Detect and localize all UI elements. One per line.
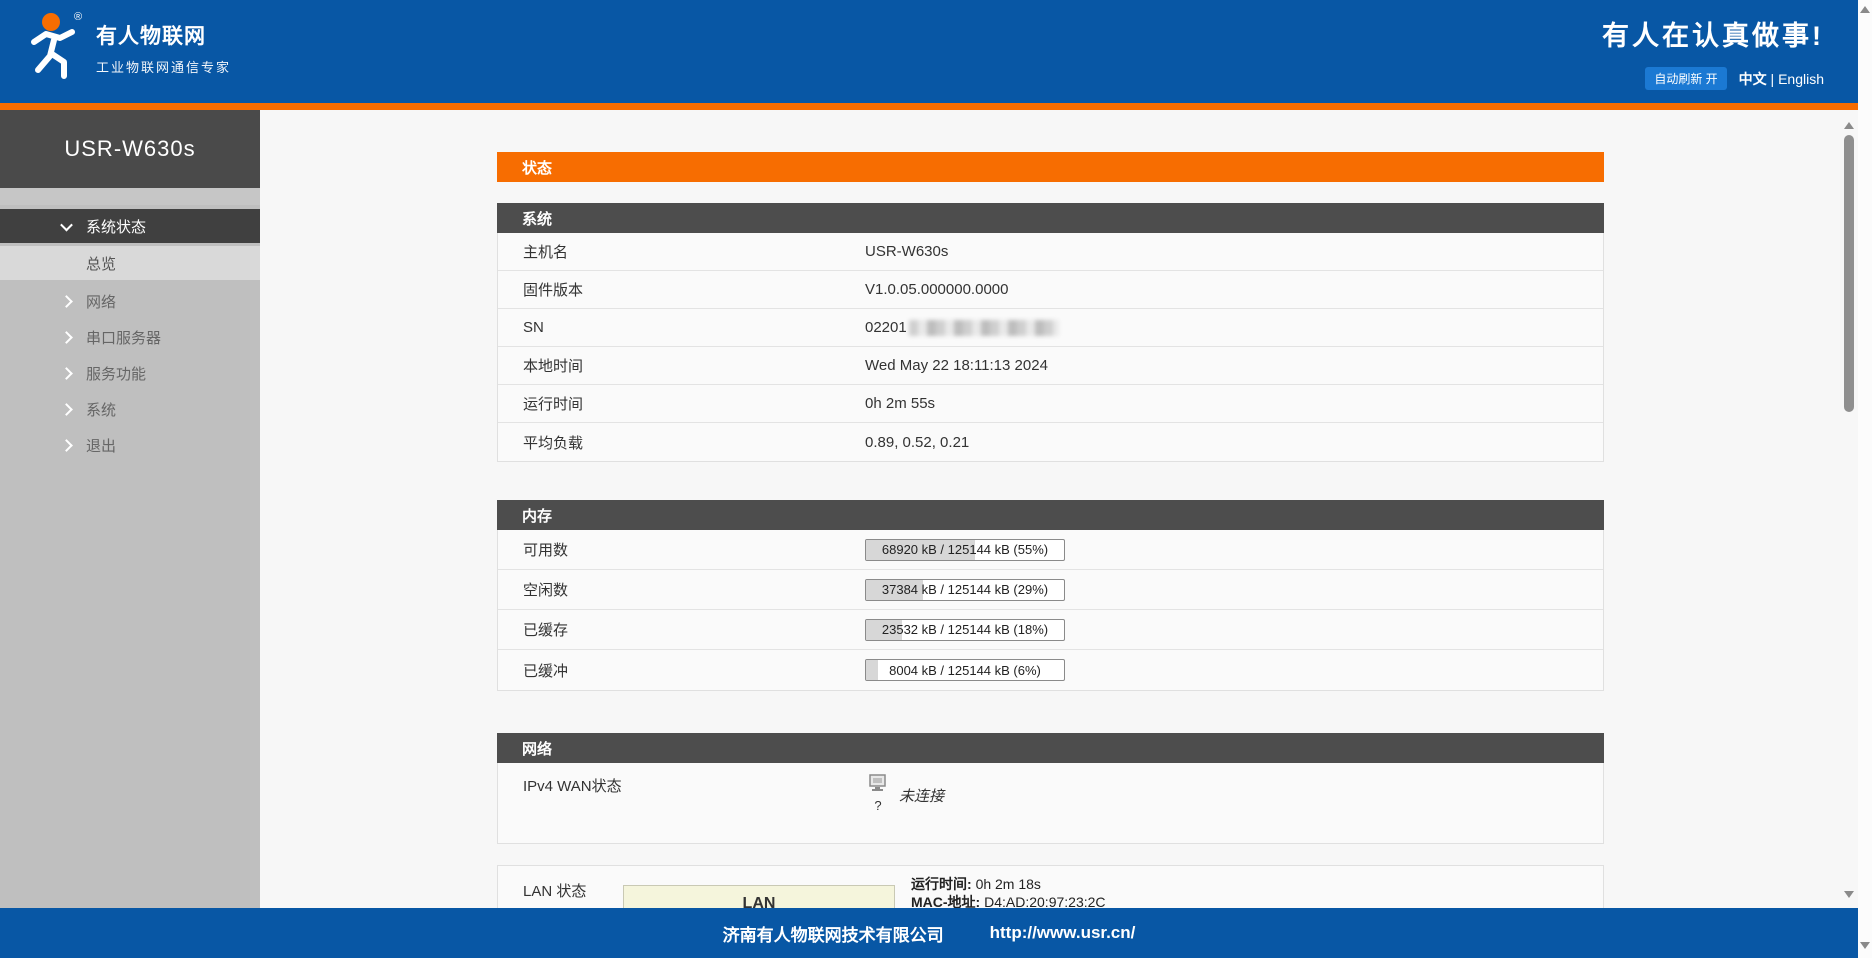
row-label: 空闲数 [523, 582, 569, 599]
device-title: USR-W630s [0, 110, 260, 188]
lan-info: 运行时间: 0h 2m 18s MAC-地址: D4:AD:20:97:23:2… [911, 875, 1106, 911]
sidebar-item-overview[interactable]: 总览 [0, 246, 260, 280]
row-label: IPv4 WAN状态 [523, 778, 622, 795]
sidebar-separator [0, 188, 260, 205]
memory-progressbar: 68920 kB / 125144 kB (55%) [865, 538, 1065, 561]
chevron-down-icon [60, 218, 73, 231]
slogan-text: 有人在认真做事! [1602, 21, 1824, 51]
footer: 济南有人物联网技术有限公司 http://www.usr.cn/ [0, 908, 1858, 958]
table-row-firmware: 固件版本 V1.0.05.000000.0000 [498, 271, 1603, 309]
table-row-local-time: 本地时间 Wed May 22 18:11:13 2024 [498, 347, 1603, 385]
brand-name: 有人物联网 [96, 24, 206, 48]
scrollbar-thumb[interactable] [1844, 135, 1854, 412]
chevron-right-icon [60, 402, 73, 416]
chevron-right-icon [60, 294, 73, 308]
table-row-hostname: 主机名 USR-W630s [498, 233, 1603, 271]
chevron-right-icon [60, 330, 73, 344]
scroll-up-arrow-icon[interactable] [1860, 6, 1870, 13]
scroll-down-arrow-icon[interactable] [1860, 942, 1870, 949]
table-row-load-average: 平均负载 0.89, 0.52, 0.21 [498, 423, 1603, 461]
lang-english-link[interactable]: English [1778, 71, 1824, 87]
wan-status-text: 未连接 [899, 788, 945, 805]
memory-progressbar: 37384 kB / 125144 kB (29%) [865, 578, 1065, 601]
row-label: 可用数 [523, 542, 569, 559]
svg-text:®: ® [74, 11, 82, 23]
top-header: ® 有人物联网 工业物联网通信专家 有人在认真做事! 自动刷新 开 中文 | E… [0, 0, 1858, 103]
lan-uptime-value: 0h 2m 18s [975, 876, 1041, 892]
router-admin-page: ® 有人物联网 工业物联网通信专家 有人在认真做事! 自动刷新 开 中文 | E… [0, 0, 1872, 958]
brand: ® 有人物联网 工业物联网通信专家 [24, 8, 231, 87]
sidebar-item-services[interactable]: 服务功能 [0, 355, 260, 391]
page-title: 状态 [497, 152, 1604, 182]
row-label: 运行时间 [523, 396, 584, 413]
usr-logo-icon: ® [24, 8, 86, 87]
sidebar-item-logout[interactable]: 退出 [0, 427, 260, 463]
network-section-header: 网络 [497, 733, 1604, 763]
memory-section-header: 内存 [497, 500, 1604, 530]
chevron-right-icon [60, 438, 73, 452]
auto-refresh-toggle[interactable]: 自动刷新 开 [1645, 67, 1727, 90]
network-section: 网络 IPv4 WAN状态 ? 未连接 [497, 733, 1604, 844]
table-row-free: 空闲数 37384 kB / 125144 kB (29%) [498, 570, 1603, 610]
content-scrollbar[interactable] [1842, 110, 1856, 908]
sidebar-item-system[interactable]: 系统 [0, 391, 260, 427]
table-row-cached: 已缓存 23532 kB / 125144 kB (18%) [498, 610, 1603, 650]
memory-section: 内存 可用数 68920 kB / 125144 kB (55%) 空闲数 37… [497, 500, 1604, 691]
row-value: USR-W630s [865, 243, 949, 260]
table-row-sn: SN 02201 [498, 309, 1603, 347]
wan-interface-icon [867, 773, 889, 797]
main-content: 状态 系统 主机名 USR-W630s 固件版本 V1.0.05.000000.… [260, 110, 1842, 958]
scroll-up-arrow-icon[interactable] [1844, 122, 1854, 129]
system-section-header: 系统 [497, 203, 1604, 233]
row-label: 平均负载 [523, 434, 584, 452]
accent-stripe [0, 103, 1858, 110]
table-row-uptime: 运行时间 0h 2m 55s [498, 385, 1603, 423]
system-section: 系统 主机名 USR-W630s 固件版本 V1.0.05.000000.000… [497, 203, 1604, 462]
lan-uptime-label: 运行时间: [911, 876, 972, 892]
sidebar-item-system-status[interactable]: 系统状态 [0, 209, 260, 243]
chevron-right-icon [60, 366, 73, 380]
sidebar-item-serial-server[interactable]: 串口服务器 [0, 319, 260, 355]
window-scrollbar[interactable] [1858, 0, 1872, 958]
memory-progressbar: 23532 kB / 125144 kB (18%) [865, 618, 1065, 641]
row-value: Wed May 22 18:11:13 2024 [865, 357, 1048, 374]
sidebar-item-network[interactable]: 网络 [0, 283, 260, 319]
row-value: 0h 2m 55s [865, 395, 936, 412]
row-label: 本地时间 [523, 358, 584, 375]
table-row-available: 可用数 68920 kB / 125144 kB (55%) [498, 530, 1603, 570]
brand-tagline: 工业物联网通信专家 [96, 59, 232, 75]
lang-chinese-link[interactable]: 中文 [1739, 71, 1767, 87]
scroll-down-arrow-icon[interactable] [1844, 891, 1854, 898]
row-value: 02201 [865, 319, 1059, 337]
lan-status-label: LAN 状态 [523, 883, 587, 900]
footer-website-link[interactable]: http://www.usr.cn/ [990, 923, 1136, 943]
sn-redacted-mask [908, 320, 1059, 337]
lang-divider: | [1770, 70, 1775, 87]
row-label: SN [523, 319, 544, 336]
row-label: 已缓存 [523, 622, 569, 639]
wan-unknown-mark: ? [874, 798, 882, 813]
row-label: 固件版本 [523, 282, 584, 299]
row-label: 已缓冲 [523, 662, 569, 680]
row-value: 0.89, 0.52, 0.21 [865, 433, 970, 451]
table-row-wan-status: IPv4 WAN状态 ? 未连接 [498, 763, 1603, 843]
memory-progressbar: 8004 kB / 125144 kB (6%) [865, 659, 1065, 681]
sidebar: USR-W630s 系统状态 总览 网络 串口服务器 服务功能 系统 退出 [0, 110, 260, 958]
footer-company: 济南有人物联网技术有限公司 [722, 925, 944, 945]
row-value: V1.0.05.000000.0000 [865, 281, 1009, 298]
row-label: 主机名 [523, 244, 569, 261]
table-row-buffered: 已缓冲 8004 kB / 125144 kB (6%) [498, 650, 1603, 690]
